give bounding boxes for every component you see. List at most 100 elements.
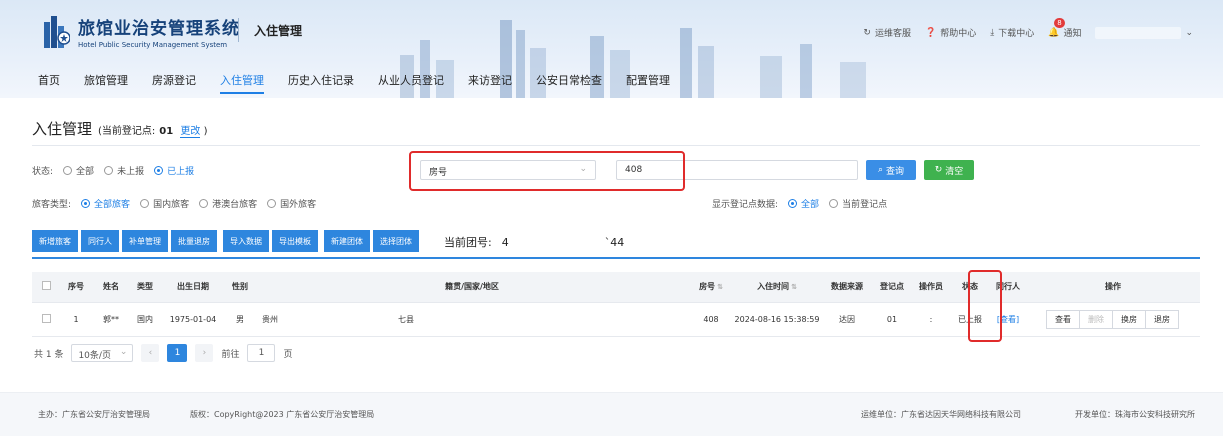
search-icon: ⌕ xyxy=(877,165,884,175)
clear-button[interactable]: ↻ 清空 xyxy=(924,160,974,180)
col-gender: 性别 xyxy=(226,272,254,303)
current-group: 当前团号: 4 `44 xyxy=(444,236,625,249)
page-footer: 主办：广东省公安厅治安管理局 版权：CopyRight@2023 广东省公安厅治… xyxy=(0,392,1223,436)
question-icon: ❓ xyxy=(924,27,937,38)
status-all-radio[interactable]: 全部 xyxy=(63,164,94,177)
current-point-value: 01 xyxy=(159,126,174,137)
user-name-redacted xyxy=(1095,26,1182,39)
add-guest-button[interactable]: 新增旅客 xyxy=(32,230,78,252)
main-nav: 首页 旅馆管理 房源登记 入住管理 历史入住记录 从业人员登记 来访登记 公安日… xyxy=(26,64,682,98)
new-group-button[interactable]: 新建团体 xyxy=(324,230,370,252)
row-checkbox[interactable] xyxy=(32,302,60,337)
sort-icon: ⇅ xyxy=(791,283,797,292)
col-point: 登记点 xyxy=(872,272,912,303)
col-index: 序号 xyxy=(60,272,92,303)
origin-redacted xyxy=(278,313,398,322)
page-title: 入住管理 (当前登记点: 01 更改 ) xyxy=(32,118,208,139)
checkout-button[interactable]: 退房 xyxy=(1145,309,1179,329)
col-operator: 操作员 xyxy=(912,272,950,303)
refresh-icon: ↻ xyxy=(863,27,871,38)
col-actions: 操作 xyxy=(1026,272,1200,303)
download-link[interactable]: ⤓ 下载中心 xyxy=(990,26,1034,40)
toolbar-divider xyxy=(32,257,1200,259)
change-room-button[interactable]: 换房 xyxy=(1112,309,1146,329)
table-header-row: 序号 姓名 类型 出生日期 性别 籍贯/国家/地区 房号 ⇅ 入住时间 ⇅ 数据来源… xyxy=(32,272,1200,303)
footer-copyright: 版权：CopyRight@2023 广东省公安厅治安管理局 xyxy=(190,410,375,419)
footer-host: 主办：广东省公安厅治安管理局 xyxy=(38,410,150,419)
status-highlight-box xyxy=(968,270,1002,342)
police-badge-icon xyxy=(44,15,71,48)
goto-page-input[interactable]: 1 xyxy=(247,344,276,362)
download-icon: ⤓ xyxy=(990,27,995,38)
nav-inspection[interactable]: 公安日常检查 xyxy=(524,64,614,98)
show-current-radio[interactable]: 当前登记点 xyxy=(829,197,887,210)
refresh-icon: ↻ xyxy=(934,165,943,175)
notify-link[interactable]: 🔔 8 通知 xyxy=(1048,18,1081,39)
module-title: 入住管理 xyxy=(254,24,303,38)
next-page-button[interactable]: › xyxy=(195,344,214,362)
nav-history[interactable]: 历史入住记录 xyxy=(276,64,366,98)
system-logo[interactable]: 旅馆业治安管理系统 Hotel Public Security Manageme… xyxy=(44,14,240,49)
sort-icon: ⇅ xyxy=(717,283,723,292)
status-unreported-radio[interactable]: 未上报 xyxy=(104,164,144,177)
search-highlight-box xyxy=(409,151,685,191)
header-divider xyxy=(238,18,239,42)
group-number-redacted xyxy=(508,236,605,246)
select-all-checkbox[interactable] xyxy=(32,272,60,303)
col-name: 姓名 xyxy=(92,272,130,303)
chevron-down-icon: ⌄ xyxy=(119,347,128,357)
nav-home[interactable]: 首页 xyxy=(26,64,72,98)
nav-room-register[interactable]: 房源登记 xyxy=(140,64,208,98)
view-button[interactable]: 查看 xyxy=(1046,309,1080,329)
page-1-button[interactable]: 1 xyxy=(167,344,188,362)
action-toolbar: 新增旅客 同行人 补单管理 批量退房 导入数据 导出模板 新建团体 选择团体 xyxy=(32,230,419,252)
nav-config[interactable]: 配置管理 xyxy=(614,64,682,98)
page-title-text: 入住管理 xyxy=(32,120,93,138)
help-link[interactable]: ❓ 帮助中心 xyxy=(924,26,976,40)
col-birth: 出生日期 xyxy=(160,272,226,303)
companion-button[interactable]: 同行人 xyxy=(81,230,119,252)
col-source: 数据来源 xyxy=(822,272,872,303)
system-subtitle: Hotel Public Security Management System xyxy=(78,41,228,49)
top-links: ↻ 运维客服 ❓ 帮助中心 ⤓ 下载中心 🔔 8 通知 ⌄ xyxy=(863,18,1193,40)
table-row: 1 郭** 国内 1975-01-04 男 贵州 七县 408 2024-08-1… xyxy=(32,302,1200,337)
nav-staff[interactable]: 从业人员登记 xyxy=(366,64,456,98)
delete-button[interactable]: 删除 xyxy=(1079,309,1113,329)
nav-visitor[interactable]: 来访登记 xyxy=(456,64,524,98)
support-link[interactable]: ↻ 运维客服 xyxy=(863,26,911,40)
title-divider xyxy=(32,145,1200,146)
chevron-down-icon: ⌄ xyxy=(1185,27,1193,38)
footer-dev: 开发单位：珠海市公安科技研究所 xyxy=(1075,410,1195,419)
bell-icon: 🔔 xyxy=(1048,27,1060,38)
guest-all-radio[interactable]: 全部旅客 xyxy=(81,197,130,210)
select-group-button[interactable]: 选择团体 xyxy=(373,230,419,252)
col-room[interactable]: 房号 ⇅ xyxy=(690,272,732,303)
show-data-filter: 显示登记点数据: 全部 当前登记点 xyxy=(712,197,887,210)
col-checkin[interactable]: 入住时间 ⇅ xyxy=(732,272,822,303)
user-menu[interactable]: ⌄ xyxy=(1095,26,1193,39)
system-title: 旅馆业治安管理系统 xyxy=(78,19,240,39)
total-count: 共 1 条 xyxy=(34,349,64,360)
show-all-radio[interactable]: 全部 xyxy=(788,197,819,210)
pagination: 共 1 条 10条/页 ⌄ ‹ 1 › 前往 1 页 xyxy=(34,344,292,362)
batch-checkout-button[interactable]: 批量退房 xyxy=(171,230,217,252)
import-button[interactable]: 导入数据 xyxy=(223,230,269,252)
guest-hkmotw-radio[interactable]: 港澳台旅客 xyxy=(199,197,257,210)
top-header: 旅馆业治安管理系统 Hotel Public Security Manageme… xyxy=(0,0,1223,98)
guest-table: 序号 姓名 类型 出生日期 性别 籍贯/国家/地区 房号 ⇅ 入住时间 ⇅ 数据来源… xyxy=(32,272,1200,337)
query-button[interactable]: ⌕ 查询 xyxy=(866,160,916,180)
guest-domestic-radio[interactable]: 国内旅客 xyxy=(140,197,189,210)
page-size-select[interactable]: 10条/页 ⌄ xyxy=(71,344,134,362)
supplement-button[interactable]: 补单管理 xyxy=(122,230,168,252)
status-reported-radio[interactable]: 已上报 xyxy=(154,164,194,177)
nav-checkin[interactable]: 入住管理 xyxy=(208,64,276,98)
status-filter: 状态: 全部 未上报 已上报 xyxy=(32,164,194,177)
nav-hotel[interactable]: 旅馆管理 xyxy=(72,64,140,98)
actions-cell: 查看 删除 换房 退房 xyxy=(1026,302,1200,337)
guest-foreign-radio[interactable]: 国外旅客 xyxy=(267,197,316,210)
prev-page-button[interactable]: ‹ xyxy=(141,344,160,362)
notify-badge: 8 xyxy=(1054,18,1065,28)
change-point-link[interactable]: 更改 xyxy=(180,126,201,138)
col-origin: 籍贯/国家/地区 xyxy=(254,272,690,303)
export-template-button[interactable]: 导出模板 xyxy=(272,230,318,252)
